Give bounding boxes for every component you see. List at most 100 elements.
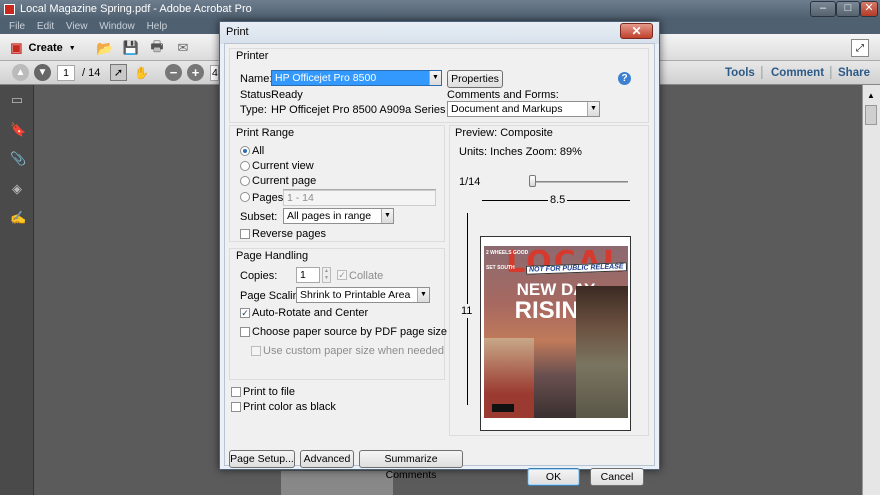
signatures-icon[interactable]: ✍ (10, 211, 26, 225)
menu-window[interactable]: Window (99, 21, 135, 32)
cover-barcode (492, 404, 514, 412)
magazine-cover-image: LOCAL 2 WHEELS GOOD SET SOUTH NOT FOR PU… (484, 246, 628, 418)
chevron-down-icon: ▼ (68, 44, 76, 52)
type-value: HP Officejet Pro 8500 A909a Series (271, 104, 446, 116)
dialog-body: Printer Name: HP Officejet Pro 8500 ▼ Pro… (224, 43, 655, 486)
cover-person-right (576, 286, 628, 418)
custom-paper-size-label[interactable]: Use custom paper size when needed (263, 345, 444, 357)
document-page-peek (281, 471, 393, 495)
reverse-pages-label[interactable]: Reverse pages (252, 228, 326, 240)
radio-current-view[interactable] (240, 161, 250, 171)
acrobat-icon (4, 4, 15, 15)
share-link[interactable]: Share (838, 61, 870, 85)
radio-current-page[interactable] (240, 176, 250, 186)
page-setup-button[interactable]: Page Setup... (229, 450, 295, 468)
type-label: Type: (240, 104, 267, 116)
scroll-thumb[interactable] (865, 105, 877, 125)
chevron-down-icon: ▼ (417, 288, 429, 302)
help-icon[interactable]: ? (618, 72, 631, 85)
name-label: Name: (240, 73, 273, 85)
height-dimension: 11 (461, 304, 473, 318)
bookmarks-icon[interactable]: 🔖 (10, 123, 26, 137)
create-button[interactable]: ▣ Create ▼ (10, 39, 76, 57)
radio-pages[interactable] (240, 192, 250, 202)
previous-page-icon[interactable]: ▲ (12, 64, 29, 81)
reverse-pages-checkbox[interactable] (240, 229, 250, 239)
comments-forms-select[interactable]: Document and Markups ▼ (447, 101, 600, 117)
subset-select[interactable]: All pages in range ▼ (283, 208, 394, 224)
preview-slider-track (530, 181, 628, 183)
paper-source-label[interactable]: Choose paper source by PDF page size (252, 326, 447, 338)
status-label: Status: (240, 89, 275, 101)
window-title-bar: Local Magazine Spring.pdf - Adobe Acroba… (0, 0, 880, 19)
print-dialog: Print ✕ Printer Name: HP Officejet Pro 8… (219, 21, 660, 486)
paper-source-checkbox[interactable] (240, 327, 250, 337)
open-icon[interactable]: 📂 (96, 39, 114, 57)
menu-edit[interactable]: Edit (37, 21, 54, 32)
menu-file[interactable]: File (9, 21, 25, 32)
page-thumbnails-icon[interactable]: ▭ (10, 93, 24, 107)
chevron-down-icon: ▼ (429, 71, 441, 85)
subset-label: Subset: (240, 211, 278, 223)
page-scaling-select[interactable]: Shrink to Printable Area ▼ (296, 287, 430, 303)
print-icon[interactable]: 🖶 (148, 38, 166, 57)
navigation-pane: ▭ 🔖 📎 ◈ ✍ (0, 85, 34, 495)
zoom-in-icon[interactable]: + (187, 64, 204, 81)
save-icon[interactable]: 💾 (122, 39, 140, 57)
zoom-input[interactable]: 4 (210, 65, 219, 81)
copies-label: Copies: (240, 270, 278, 282)
page-total: / 14 (82, 67, 101, 79)
magazine-corner-text: 2 WHEELS GOOD (486, 250, 529, 256)
radio-current-page-label[interactable]: Current page (252, 175, 316, 187)
scroll-up-icon[interactable]: ▲ (865, 91, 877, 103)
print-range-title: Print Range (236, 127, 295, 139)
minimize-button[interactable]: – (810, 1, 836, 17)
maximize-button[interactable]: □ (836, 1, 860, 17)
zoom-out-icon[interactable]: − (165, 64, 182, 81)
dialog-close-button[interactable]: ✕ (620, 23, 653, 39)
ok-button[interactable]: OK (527, 468, 580, 486)
hand-tool-icon[interactable]: ✋ (133, 64, 150, 81)
preview-title: Preview: Composite (455, 127, 553, 139)
layers-icon[interactable]: ◈ (10, 182, 24, 196)
page-number-input[interactable]: 1 (57, 65, 75, 81)
attachments-icon[interactable]: 📎 (10, 152, 26, 166)
menu-view[interactable]: View (66, 21, 88, 32)
magazine-corner-text: SET SOUTH (486, 265, 515, 271)
print-color-black-checkbox[interactable] (231, 402, 241, 412)
radio-all[interactable] (240, 146, 250, 156)
tools-link[interactable]: Tools (725, 61, 755, 85)
comment-link[interactable]: Comment (771, 61, 824, 85)
auto-rotate-checkbox[interactable]: ✓ (240, 308, 250, 318)
copies-input[interactable]: 1 (296, 267, 320, 283)
collate-label[interactable]: Collate (349, 270, 383, 282)
pages-range-input[interactable]: 1 - 14 (283, 190, 436, 206)
email-icon[interactable]: ✉ (174, 39, 192, 57)
radio-pages-label[interactable]: Pages (252, 192, 283, 204)
printer-name-select[interactable]: HP Officejet Pro 8500 ▼ (271, 70, 442, 86)
advanced-button[interactable]: Advanced (300, 450, 354, 468)
fullscreen-icon[interactable]: ⤢ (851, 39, 869, 57)
radio-all-label[interactable]: All (252, 145, 264, 157)
printer-group-title: Printer (236, 50, 269, 62)
custom-paper-size-checkbox[interactable] (251, 346, 261, 356)
next-page-icon[interactable]: ▼ (34, 64, 51, 81)
preview-slider-thumb[interactable] (529, 175, 536, 187)
dialog-title: Print (220, 22, 659, 44)
cancel-button[interactable]: Cancel (590, 468, 644, 486)
auto-rotate-label[interactable]: Auto-Rotate and Center (252, 307, 368, 319)
menu-help[interactable]: Help (147, 21, 168, 32)
summarize-comments-button[interactable]: Summarize Comments (359, 450, 463, 481)
print-color-black-label[interactable]: Print color as black (243, 401, 336, 413)
vertical-scrollbar[interactable]: ▲ (862, 85, 880, 495)
collate-checkbox[interactable]: ✓ (337, 270, 347, 280)
copies-stepper[interactable]: ▲ ▼ (322, 267, 331, 283)
print-to-file-label[interactable]: Print to file (243, 386, 295, 398)
close-window-button[interactable]: ✕ (860, 1, 878, 17)
chevron-down-icon: ▼ (381, 209, 393, 223)
print-to-file-checkbox[interactable] (231, 387, 241, 397)
select-tool-icon[interactable]: ➚ (110, 64, 127, 81)
properties-button[interactable]: Properties (447, 70, 503, 88)
create-icon: ▣ (10, 40, 23, 55)
radio-current-view-label[interactable]: Current view (252, 160, 314, 172)
